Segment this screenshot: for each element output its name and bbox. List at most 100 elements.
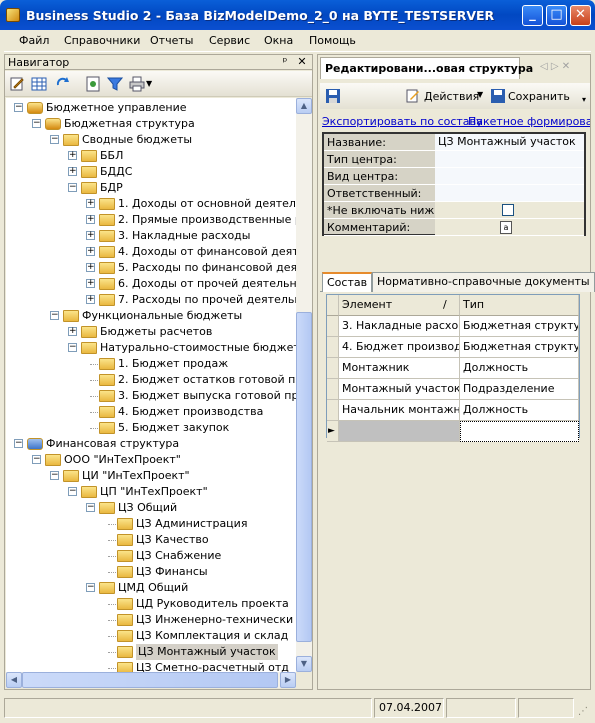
tree-node[interactable]: + Бюджеты расчетов xyxy=(6,324,296,340)
actions-dropdown-icon[interactable]: ▼ xyxy=(477,90,483,99)
row-selector[interactable] xyxy=(327,400,339,421)
save-button[interactable]: Сохранить xyxy=(508,90,570,103)
tree-node[interactable]: 5. Бюджет закупок xyxy=(6,420,296,436)
tree-node[interactable]: +6. Доходы от прочей деятельност xyxy=(6,276,296,292)
name-field[interactable]: ЦЗ Монтажный участок xyxy=(435,134,584,150)
expand-icon[interactable]: + xyxy=(68,327,77,336)
row-selector[interactable] xyxy=(327,379,339,400)
type-cell[interactable]: Бюджетная структура xyxy=(460,337,579,358)
tree-node[interactable]: − ЦИ "ИнТехПроект" xyxy=(6,468,296,484)
expand-icon[interactable]: + xyxy=(86,295,95,304)
tree-node[interactable]: 4. Бюджет производства xyxy=(6,404,296,420)
expand-icon[interactable]: + xyxy=(68,167,77,176)
row-selector[interactable] xyxy=(327,337,339,358)
editor-tab[interactable]: Редактировани...овая структура xyxy=(320,57,533,79)
collapse-icon[interactable]: − xyxy=(50,135,59,144)
table-icon[interactable] xyxy=(31,76,47,92)
collapse-icon[interactable]: − xyxy=(68,183,77,192)
menu-file[interactable]: Файл xyxy=(19,34,49,47)
collapse-icon[interactable]: − xyxy=(86,583,95,592)
element-cell[interactable]: Монтажный участок xyxy=(339,379,460,400)
tree-node[interactable]: − БДР xyxy=(6,180,296,196)
print-icon[interactable] xyxy=(129,76,145,92)
hscroll-thumb[interactable] xyxy=(22,672,278,688)
center-kind-field[interactable] xyxy=(435,168,584,184)
resize-grip-icon[interactable]: ⋰ xyxy=(578,706,588,717)
export-by-composition-link[interactable]: Экспортировать по составу xyxy=(322,115,483,128)
batch-generation-link[interactable]: Пакетное формирован xyxy=(468,115,590,128)
tree-node[interactable]: − Бюджетное управление xyxy=(6,100,296,116)
properties-icon[interactable] xyxy=(85,76,101,92)
navigator-close-icon[interactable]: ✕ xyxy=(296,55,308,68)
tab-composition[interactable]: Состав xyxy=(322,272,373,292)
collapse-icon[interactable]: − xyxy=(50,471,59,480)
tree-node[interactable]: +3. Накладные расходы xyxy=(6,228,296,244)
edit-icon[interactable] xyxy=(9,76,25,92)
row-selector[interactable] xyxy=(327,358,339,379)
tree-node[interactable]: ЦЗ Комплектация и склад xyxy=(6,628,296,644)
collapse-icon[interactable]: − xyxy=(14,103,23,112)
navigator-horizontal-scrollbar[interactable]: ◀ ▶ xyxy=(6,672,296,688)
tree-node[interactable]: + ББЛ xyxy=(6,148,296,164)
comment-edit-icon[interactable]: a xyxy=(500,221,512,234)
tree-node[interactable]: ЦЗ Качество xyxy=(6,532,296,548)
tree-node[interactable]: +5. Расходы по финансовой деятел xyxy=(6,260,296,276)
scroll-down-button[interactable]: ▼ xyxy=(296,656,312,672)
element-cell[interactable]: 4. Бюджет производ... xyxy=(339,337,460,358)
collapse-icon[interactable]: − xyxy=(32,455,41,464)
refresh-icon[interactable] xyxy=(55,76,71,92)
type-cell[interactable]: Подразделение xyxy=(460,379,579,400)
tree-node[interactable]: +4. Доходы от финансовой деятел xyxy=(6,244,296,260)
tree-node[interactable]: ЦЗ Финансы xyxy=(6,564,296,580)
scroll-up-button[interactable]: ▲ xyxy=(296,98,312,114)
filter-icon[interactable] xyxy=(107,76,123,92)
tree-node[interactable]: +1. Доходы от основной деятельно xyxy=(6,196,296,212)
tree-node[interactable]: ЦЗ Монтажный участок xyxy=(6,644,296,660)
tree-node[interactable]: ЦЗ Инженерно-технически xyxy=(6,612,296,628)
column-header-element[interactable]: Элемент / xyxy=(339,295,460,316)
maximize-button[interactable]: □ xyxy=(546,5,567,26)
expand-icon[interactable]: + xyxy=(86,215,95,224)
collapse-icon[interactable]: − xyxy=(68,487,77,496)
tab-navigation-arrows[interactable]: ◁ ▷ ✕ xyxy=(540,61,570,72)
row-selector[interactable] xyxy=(327,316,339,337)
tree-node[interactable]: − Бюджетная структура xyxy=(6,116,296,132)
tab-reference-documents[interactable]: Нормативно-справочные документы xyxy=(372,272,595,292)
type-cell[interactable]: Бюджетная структура xyxy=(460,316,579,337)
column-header-type[interactable]: Тип xyxy=(460,295,579,316)
print-dropdown-icon[interactable]: ▼ xyxy=(146,79,152,88)
toolbar-overflow-icon[interactable]: ▾ xyxy=(582,95,586,104)
actions-menu[interactable]: Действия xyxy=(424,90,479,103)
tree-node[interactable]: 3. Бюджет выпуска готовой прод xyxy=(6,388,296,404)
pin-icon[interactable]: ᵖ xyxy=(279,55,291,68)
type-cell[interactable]: Должность xyxy=(460,358,579,379)
expand-icon[interactable]: + xyxy=(86,263,95,272)
collapse-icon[interactable]: − xyxy=(68,343,77,352)
scroll-right-button[interactable]: ▶ xyxy=(280,672,296,688)
element-cell[interactable]: Начальник монтажн... xyxy=(339,400,460,421)
tree-node[interactable]: +7. Расходы по прочей деятельност xyxy=(6,292,296,308)
tree-node[interactable]: 2. Бюджет остатков готовой прод xyxy=(6,372,296,388)
row-selector[interactable]: ► xyxy=(327,421,339,442)
title-bar[interactable]: Business Studio 2 - База BizModelDemo_2_… xyxy=(0,0,595,30)
element-cell[interactable]: 3. Накладные расхо... xyxy=(339,316,460,337)
responsible-field[interactable] xyxy=(435,185,584,201)
menu-windows[interactable]: Окна xyxy=(264,34,293,47)
tree-node[interactable]: +2. Прямые производственные расх xyxy=(6,212,296,228)
save-disk-icon[interactable] xyxy=(326,89,340,103)
tree-node[interactable]: − ЦЗ Общий xyxy=(6,500,296,516)
tree-node[interactable]: − Сводные бюджеты xyxy=(6,132,296,148)
menu-help[interactable]: Помощь xyxy=(309,34,356,47)
close-button[interactable]: ✕ xyxy=(570,5,591,26)
tree-node[interactable]: ЦЗ Администрация xyxy=(6,516,296,532)
center-type-field[interactable] xyxy=(435,151,584,167)
menu-references[interactable]: Справочники xyxy=(64,34,140,47)
tree-node[interactable]: − Функциональные бюджеты xyxy=(6,308,296,324)
scroll-left-button[interactable]: ◀ xyxy=(6,672,22,688)
tree-node[interactable]: − ЦП "ИнТехПроект" xyxy=(6,484,296,500)
menu-service[interactable]: Сервис xyxy=(209,34,250,47)
expand-icon[interactable]: + xyxy=(86,279,95,288)
expand-icon[interactable]: + xyxy=(86,199,95,208)
tree-node[interactable]: − ООО "ИнТехПроект" xyxy=(6,452,296,468)
tree-node[interactable]: ЦД Руководитель проекта xyxy=(6,596,296,612)
